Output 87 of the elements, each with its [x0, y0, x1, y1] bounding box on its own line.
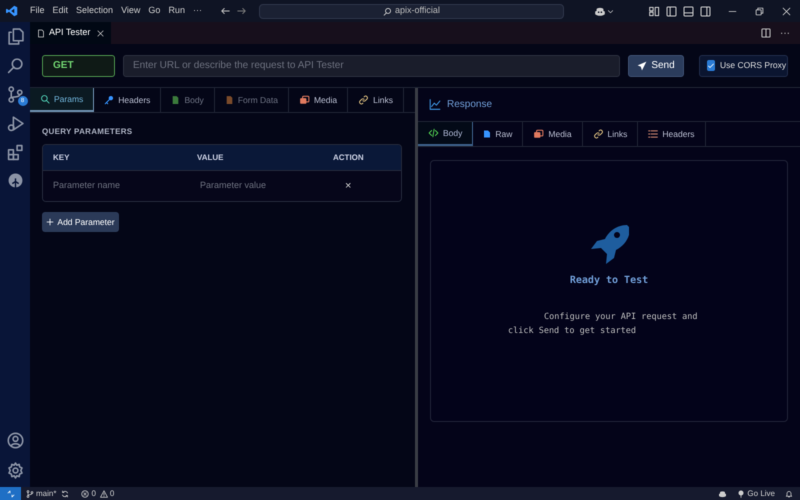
search-icon — [40, 94, 50, 104]
response-tab[interactable]: Body — [418, 122, 474, 146]
app-logo-icon — [6, 5, 18, 17]
rocket-icon — [589, 223, 629, 265]
command-center-text: apix-official — [395, 4, 440, 18]
menu-item[interactable]: Run — [164, 4, 189, 18]
check-icon — [707, 62, 715, 70]
search-icon — [6, 57, 24, 74]
menu-item[interactable]: Selection — [72, 4, 118, 18]
cors-proxy-toggle[interactable]: Use CORS Proxy — [699, 54, 788, 76]
method-select[interactable]: GET — [42, 54, 115, 76]
plus-icon — [46, 218, 54, 226]
remote-icon — [6, 490, 14, 498]
split-editor-icon — [761, 28, 771, 38]
request-tab[interactable]: Headers — [94, 88, 162, 112]
close-icon — [782, 6, 791, 16]
file-icon — [37, 28, 45, 38]
column-header: VALUE — [196, 152, 225, 164]
run-debug-icon — [6, 115, 24, 132]
menu-item[interactable]: ··· — [188, 4, 206, 18]
account-icon — [6, 432, 24, 449]
branch-item[interactable]: main* — [26, 488, 70, 500]
empty-state-message: Configure your API request and click Send to get started — [508, 311, 698, 338]
document-icon — [171, 95, 180, 105]
url-field[interactable]: Enter URL or describe the request to API Tester — [123, 54, 620, 76]
checkbox-label: Use CORS Proxy — [720, 59, 786, 72]
key-field[interactable]: Parameter name — [53, 179, 187, 193]
go-live-button[interactable]: Go Live — [737, 488, 775, 500]
request-tab[interactable]: Media — [288, 88, 348, 112]
warning-icon — [100, 490, 108, 498]
images-icon — [298, 95, 310, 105]
link-icon — [592, 129, 604, 139]
menu-item[interactable]: View — [117, 4, 144, 18]
menu-item[interactable]: Go — [144, 4, 164, 18]
forward-arrow-icon — [236, 6, 247, 16]
add-parameter-button[interactable]: Add Parameter — [42, 212, 119, 232]
value-field[interactable]: Parameter value — [200, 179, 333, 193]
response-tab[interactable]: Media — [523, 122, 583, 146]
chart-icon — [429, 99, 441, 110]
broadcast-icon — [737, 490, 746, 498]
sidebar-icon — [666, 6, 677, 16]
search-icon — [383, 6, 392, 16]
menu-item[interactable]: File — [26, 4, 49, 18]
bell-icon — [785, 490, 793, 498]
panel-icon — [683, 6, 694, 16]
send-icon — [637, 60, 648, 70]
checkbox[interactable] — [707, 60, 715, 71]
list-icon — [648, 129, 658, 139]
empty-state-title: Ready to Test — [570, 274, 648, 288]
close-icon — [97, 30, 104, 36]
back-arrow-icon — [220, 6, 231, 16]
response-tab[interactable]: Headers — [638, 122, 706, 146]
send-button[interactable]: Send — [628, 54, 684, 76]
images-icon — [533, 129, 544, 139]
link-icon — [358, 95, 370, 105]
remote-button[interactable] — [0, 487, 21, 500]
panel-title: Response — [447, 98, 492, 112]
more-actions[interactable]: ··· — [780, 26, 790, 40]
file-icon — [483, 129, 492, 139]
problems-item[interactable]: 0 0 — [81, 488, 114, 500]
sidebar-icon — [700, 6, 711, 16]
error-icon — [81, 490, 90, 498]
remove-button[interactable]: × — [345, 178, 352, 194]
source-control-icon — [6, 86, 24, 103]
layout-icon — [649, 6, 660, 16]
sync-icon — [61, 490, 70, 498]
column-header: ACTION — [332, 152, 365, 164]
tab-title: API Tester — [49, 26, 90, 40]
key-icon — [104, 95, 114, 105]
menu-item[interactable]: Edit — [48, 4, 72, 18]
editor-tab[interactable]: API Tester — [30, 22, 112, 44]
request-tab[interactable]: Params — [30, 88, 94, 112]
response-tab[interactable]: Raw — [473, 122, 524, 146]
restore-icon — [755, 6, 764, 16]
section-title: QUERY PARAMETERS — [42, 126, 134, 138]
document-icon — [224, 95, 234, 105]
code-icon — [428, 128, 439, 138]
branch-icon — [26, 490, 34, 498]
command-center[interactable]: apix-official — [258, 4, 564, 18]
chevron-down-icon — [606, 8, 614, 14]
settings-icon — [6, 462, 24, 479]
tree-icon — [6, 173, 24, 190]
files-icon — [6, 28, 24, 45]
column-header: KEY — [52, 152, 70, 164]
response-tab[interactable]: Links — [582, 122, 638, 146]
extensions-icon — [6, 144, 24, 161]
request-tab[interactable]: Links — [348, 88, 404, 112]
